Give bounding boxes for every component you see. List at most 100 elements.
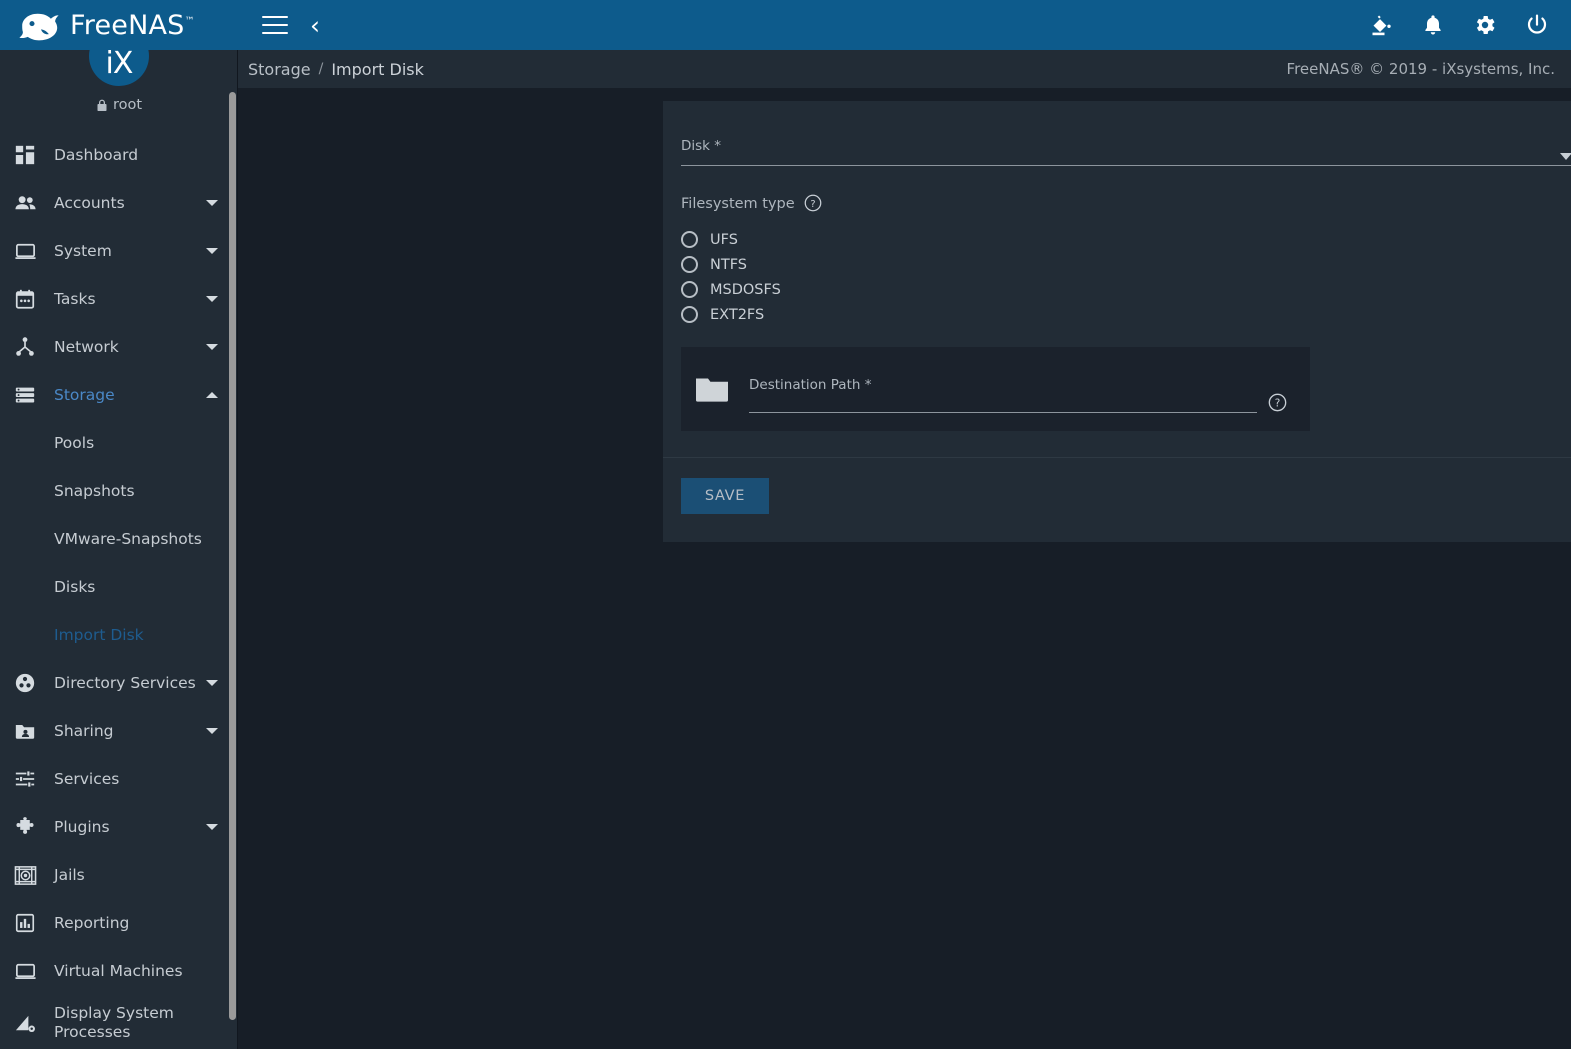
disk-field[interactable]: Disk * ? bbox=[681, 127, 1571, 166]
chevron-down-icon[interactable] bbox=[206, 824, 218, 830]
radio-option-msdosfs[interactable]: MSDOSFS bbox=[681, 277, 1571, 302]
sidebar-item-vmware-snapshots[interactable]: VMware-Snapshots bbox=[0, 515, 238, 563]
sidebar-item-label: Display System Processes bbox=[54, 1003, 174, 1041]
breadcrumb-current: Import Disk bbox=[331, 59, 424, 79]
radio-circle-icon bbox=[681, 281, 698, 298]
sidebar-item-disks[interactable]: Disks bbox=[0, 563, 238, 611]
sidebar-item-reporting[interactable]: Reporting bbox=[0, 899, 238, 947]
radio-label: EXT2FS bbox=[710, 306, 765, 323]
username-label: root bbox=[112, 97, 143, 113]
radio-circle-icon bbox=[681, 306, 698, 323]
plugins-puzzle-icon bbox=[12, 814, 38, 840]
filesystem-radio-group: UFS NTFS MSDOSFS EXT2FS bbox=[681, 227, 1571, 327]
radio-option-ntfs[interactable]: NTFS bbox=[681, 252, 1571, 277]
destination-path-underline bbox=[749, 411, 1257, 413]
sidebar-item-virtual-machines[interactable]: Virtual Machines bbox=[0, 947, 238, 995]
theme-fill-icon[interactable] bbox=[1369, 13, 1393, 37]
sidebar-item-label: System bbox=[54, 242, 112, 260]
sidebar-subitem-label: VMware-Snapshots bbox=[54, 530, 202, 548]
sidebar-item-services[interactable]: Services bbox=[0, 755, 238, 803]
svg-text:?: ? bbox=[810, 199, 815, 210]
folder-icon[interactable] bbox=[695, 375, 729, 403]
sidebar-item-storage[interactable]: Storage bbox=[0, 371, 238, 419]
sidebar-item-label: Accounts bbox=[54, 194, 125, 212]
sidebar-item-directory-services[interactable]: Directory Services bbox=[0, 659, 238, 707]
sidebar-nav: Dashboard Accounts System Tasks Network … bbox=[0, 131, 238, 1049]
virtual-machines-icon bbox=[12, 958, 38, 984]
sidebar-item-label: Dashboard bbox=[54, 146, 139, 164]
jails-icon bbox=[12, 862, 38, 888]
hamburger-menu-icon[interactable] bbox=[262, 16, 288, 34]
form-actions: SAVE bbox=[663, 458, 1571, 542]
sidebar-item-system[interactable]: System bbox=[0, 227, 238, 275]
sidebar-item-label: Services bbox=[54, 770, 120, 788]
svg-text:?: ? bbox=[1275, 398, 1281, 410]
sidebar-subitem-label: Pools bbox=[54, 434, 95, 452]
breadcrumb-separator: / bbox=[318, 61, 324, 77]
user-row[interactable]: root bbox=[96, 97, 142, 113]
brand-header[interactable]: FreeNAS™ bbox=[0, 0, 238, 50]
chevron-down-icon[interactable] bbox=[206, 296, 218, 302]
sidebar-item-dashboard[interactable]: Dashboard bbox=[0, 131, 238, 179]
sidebar-scrollbar[interactable] bbox=[229, 92, 236, 1020]
sidebar-item-tasks[interactable]: Tasks bbox=[0, 275, 238, 323]
help-circle-icon[interactable]: ? bbox=[1268, 393, 1287, 412]
sidebar-item-accounts[interactable]: Accounts bbox=[0, 179, 238, 227]
radio-label: MSDOSFS bbox=[710, 281, 781, 298]
tasks-calendar-icon bbox=[12, 286, 38, 312]
sidebar-item-network[interactable]: Network bbox=[0, 323, 238, 371]
help-circle-icon[interactable]: ? bbox=[804, 194, 823, 213]
chevron-down-icon[interactable] bbox=[206, 344, 218, 350]
sidebar-subitem-label: Disks bbox=[54, 578, 96, 596]
chevron-down-icon[interactable] bbox=[206, 728, 218, 734]
power-icon[interactable] bbox=[1525, 13, 1549, 37]
copyright-label: FreeNAS® © 2019 - iXsystems, Inc. bbox=[1286, 60, 1555, 78]
radio-option-ext2fs[interactable]: EXT2FS bbox=[681, 302, 1571, 327]
sidebar-item-label: Storage bbox=[54, 386, 115, 404]
destination-path-field[interactable]: Destination Path * bbox=[749, 366, 1310, 413]
directory-services-icon bbox=[12, 670, 38, 696]
brand-tm: ™ bbox=[184, 15, 195, 27]
save-button[interactable]: SAVE bbox=[681, 478, 769, 514]
main-content: ‹ Storage / Import Disk FreeNAS® © 2019 … bbox=[238, 0, 1571, 1049]
dashboard-icon bbox=[12, 142, 38, 168]
sidebar-item-label: Virtual Machines bbox=[54, 962, 183, 980]
disk-select-underline bbox=[681, 153, 1571, 166]
breadcrumb-root[interactable]: Storage bbox=[248, 60, 311, 79]
sidebar-item-label: Sharing bbox=[54, 722, 114, 740]
chevron-down-icon[interactable] bbox=[206, 248, 218, 254]
sidebar-item-snapshots[interactable]: Snapshots bbox=[0, 467, 238, 515]
radio-circle-icon bbox=[681, 231, 698, 248]
radio-option-ufs[interactable]: UFS bbox=[681, 227, 1571, 252]
sidebar-item-jails[interactable]: Jails bbox=[0, 851, 238, 899]
sidebar-item-label: Network bbox=[54, 338, 119, 356]
sidebar-item-display-system-processes[interactable]: Display System Processes bbox=[0, 995, 238, 1049]
chevron-down-icon[interactable] bbox=[206, 680, 218, 686]
brand-name: FreeNAS™ bbox=[70, 9, 195, 41]
chevron-down-icon[interactable] bbox=[206, 200, 218, 206]
disk-label: Disk * bbox=[681, 138, 722, 154]
system-monitor-icon bbox=[12, 238, 38, 264]
sharing-folder-icon bbox=[12, 718, 38, 744]
sidebar-item-label: Directory Services bbox=[54, 674, 196, 692]
chevron-up-icon[interactable] bbox=[206, 392, 218, 398]
sidebar-subitem-label: Snapshots bbox=[54, 482, 135, 500]
sidebar-item-import-disk[interactable]: Import Disk bbox=[0, 611, 238, 659]
network-nodes-icon bbox=[12, 334, 38, 360]
radio-label: NTFS bbox=[710, 256, 747, 273]
freenas-app-window: FreeNAS™ iX root Dashboard Accounts Syst… bbox=[0, 0, 1571, 1049]
notifications-bell-icon[interactable] bbox=[1421, 13, 1445, 37]
radio-label: UFS bbox=[710, 231, 738, 248]
import-disk-form-card: Disk * ? Filesystem type ? bbox=[663, 101, 1571, 542]
fish-logo-icon bbox=[18, 8, 60, 42]
destination-path-panel: Destination Path * ? bbox=[681, 347, 1310, 431]
sidebar-item-pools[interactable]: Pools bbox=[0, 419, 238, 467]
chevron-down-icon[interactable] bbox=[1560, 153, 1571, 160]
sidebar-item-label: Jails bbox=[54, 866, 85, 884]
sidebar-item-plugins[interactable]: Plugins bbox=[0, 803, 238, 851]
settings-gear-icon[interactable] bbox=[1473, 13, 1497, 37]
breadcrumb: Storage / Import Disk FreeNAS® © 2019 - … bbox=[238, 50, 1571, 88]
sidebar-item-sharing[interactable]: Sharing bbox=[0, 707, 238, 755]
chevron-left-icon[interactable]: ‹ bbox=[310, 13, 320, 38]
storage-stack-icon bbox=[12, 382, 38, 408]
